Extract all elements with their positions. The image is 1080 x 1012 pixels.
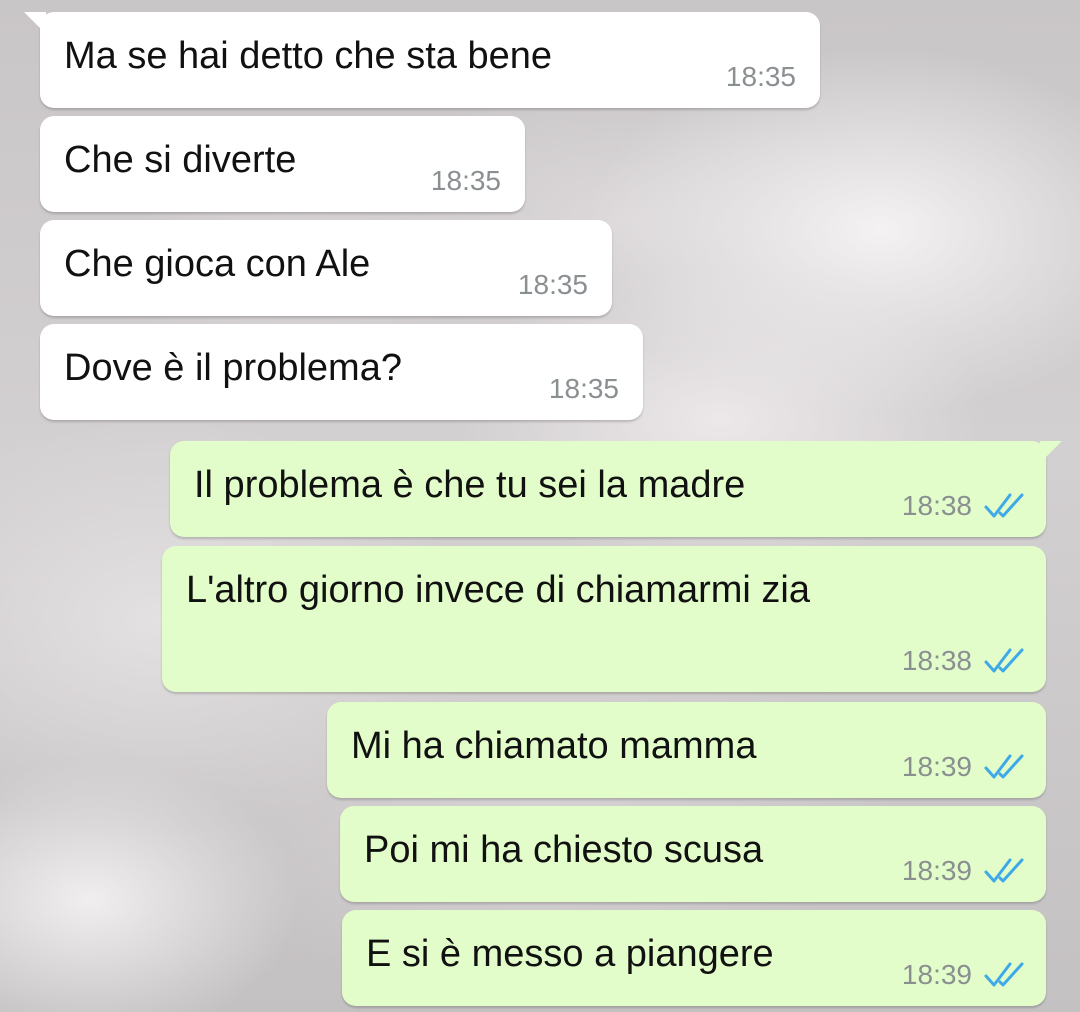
- message-text: Dove è il problema?: [64, 347, 402, 389]
- message-text: E si è messo a piangere: [366, 933, 774, 975]
- double-check-icon: [984, 962, 1024, 987]
- message-bubble-outgoing[interactable]: Poi mi ha chiesto scusa 18:39: [340, 806, 1046, 902]
- double-check-icon: [984, 754, 1024, 779]
- double-check-icon: [984, 493, 1024, 518]
- message-text: L'altro giorno invece di chiamarmi zia: [186, 569, 810, 611]
- double-check-icon: [984, 648, 1024, 673]
- message-text: Mi ha chiamato mamma: [351, 725, 757, 767]
- message-timestamp: 18:39: [901, 751, 972, 782]
- message-text: Che si diverte: [64, 139, 297, 181]
- message-bubble-incoming[interactable]: Che gioca con Ale 18:35: [40, 220, 612, 316]
- message-text: Poi mi ha chiesto scusa: [364, 829, 764, 871]
- message-bubble-outgoing[interactable]: E si è messo a piangere 18:39: [342, 910, 1046, 1006]
- message-text: Che gioca con Ale: [64, 243, 371, 285]
- message-bubble-outgoing[interactable]: Il problema è che tu sei la madre 18:38: [170, 441, 1062, 537]
- message-timestamp: 18:35: [517, 269, 588, 300]
- message-timestamp: 18:35: [725, 61, 796, 92]
- message-timestamp: 18:35: [430, 165, 501, 196]
- bubble-tail: [24, 12, 46, 34]
- message-timestamp: 18:38: [901, 490, 972, 521]
- message-bubble-incoming[interactable]: Ma se hai detto che sta bene 18:35: [24, 12, 820, 108]
- message-text: Ma se hai detto che sta bene: [64, 35, 552, 77]
- message-timestamp: 18:35: [548, 373, 619, 404]
- message-text: Il problema è che tu sei la madre: [194, 464, 746, 506]
- message-bubble-incoming[interactable]: Dove è il problema? 18:35: [40, 324, 643, 420]
- message-bubble-outgoing[interactable]: Mi ha chiamato mamma 18:39: [327, 702, 1046, 798]
- message-timestamp: 18:39: [901, 959, 972, 990]
- message-bubble-outgoing[interactable]: L'altro giorno invece di chiamarmi zia 1…: [162, 546, 1046, 692]
- message-bubble-incoming[interactable]: Che si diverte 18:35: [40, 116, 525, 212]
- bubble-tail: [1040, 441, 1062, 463]
- double-check-icon: [984, 858, 1024, 883]
- message-timestamp: 18:39: [901, 855, 972, 886]
- message-timestamp: 18:38: [901, 645, 972, 676]
